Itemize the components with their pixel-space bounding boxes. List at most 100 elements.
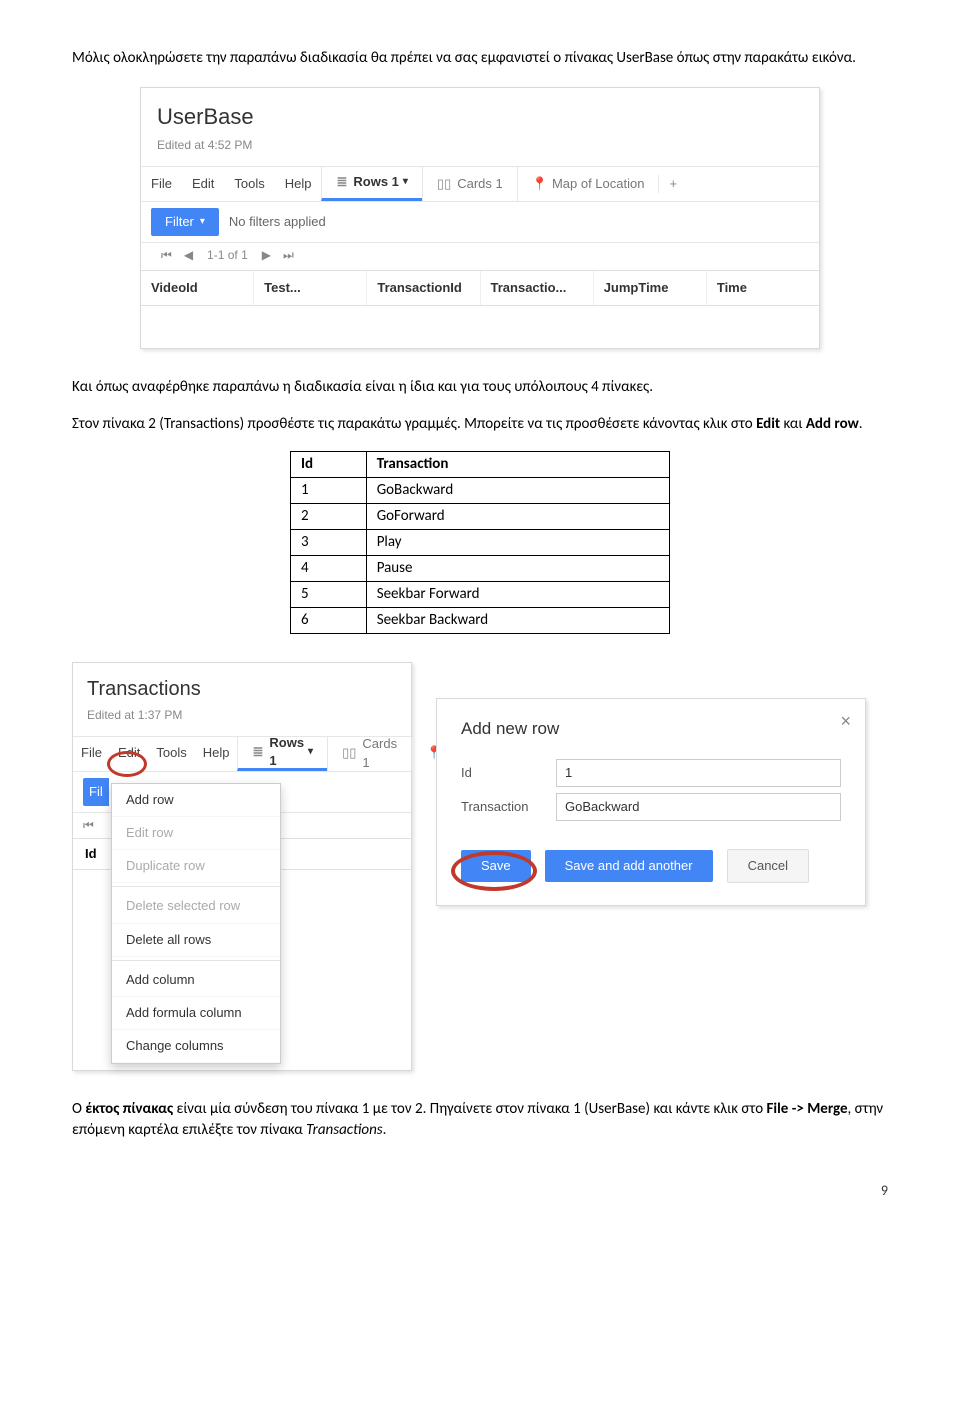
outro-b: έκτος πίνακας [85,1100,173,1118]
first-page-icon[interactable]: ⏮ [83,818,94,832]
menu-help[interactable]: Help [195,744,238,762]
save-add-another-button[interactable]: Save and add another [545,850,713,882]
filter-button-label: Filter [165,213,194,231]
screenshot-userbase: UserBase Edited at 4:52 PM File Edit Too… [140,87,820,349]
label-transaction: Transaction [461,798,556,816]
pager: ⏮ ◀ 1-1 of 1 ▶ ⏭ [141,243,819,270]
cell-tx: Seekbar Forward [366,581,669,607]
cell-id: 3 [291,529,367,555]
th-transaction: Transaction [366,451,669,477]
dropdown-change-columns[interactable]: Change columns [112,1030,280,1063]
th-id: Id [291,451,367,477]
mid-text-2a: Στον πίνακα 2 (Transactions) προσθέστε τ… [72,415,756,433]
cell-id: 4 [291,555,367,581]
mid-paragraph-1: Και όπως αναφέρθηκε παραπάνω η διαδικασί… [72,377,888,398]
outro-f: Transactions [306,1121,383,1139]
prev-page-icon[interactable]: ◀ [178,247,199,264]
col-jumptime[interactable]: JumpTime [594,271,707,305]
dialog-buttons: Save Save and add another Cancel [461,849,841,883]
table-header-row: Id Transaction [291,451,670,477]
filter-row: Filter ▾ No filters applied [141,202,819,243]
tab-map[interactable]: 📍 Map of Location [517,167,659,201]
filter-btn-partial[interactable]: Fil [83,778,109,806]
dropdown-add-column[interactable]: Add column [112,964,280,997]
col-test[interactable]: Test... [254,271,367,305]
rows-icon: ≣ [252,743,263,761]
label-id: Id [461,764,556,782]
filter-button[interactable]: Filter ▾ [151,208,219,236]
cell-id: 6 [291,607,367,633]
tab-map-label: Map of Location [552,175,645,193]
col-transaction[interactable]: Transactio... [481,271,594,305]
col-videoid[interactable]: VideoId [141,271,254,305]
input-transaction[interactable]: GoBackward [556,793,841,821]
screenshot-row: Transactions Edited at 1:37 PM File Edit… [72,662,888,1071]
intro-text-1: Μόλις ολοκληρώσετε την παραπάνω διαδικασ… [72,49,856,67]
dropdown-delete-all[interactable]: Delete all rows [112,924,280,957]
next-page-icon[interactable]: ▶ [256,247,277,264]
mid-text-2c: και [780,415,806,433]
cell-tx: GoForward [366,503,669,529]
menu-edit[interactable]: Edit [110,744,148,762]
caret-down-icon: ▾ [308,745,313,759]
app-title: UserBase [141,88,819,137]
tab-rows[interactable]: ≣ Rows 1 ▾ [321,167,421,201]
mid-text-edit: Edit [756,415,780,433]
menubar: File Edit Tools Help ≣ Rows 1 ▾ ▯▯ Cards… [73,736,411,772]
cell-tx: Pause [366,555,669,581]
mid-text-1: Και όπως αναφέρθηκε παραπάνω η διαδικασί… [72,378,653,396]
dropdown-delete-selected[interactable]: Delete selected row [112,890,280,923]
dropdown-add-formula-column[interactable]: Add formula column [112,997,280,1030]
tab-cards[interactable]: ▯▯ Cards 1 [422,167,517,201]
mid-text-addrow: Add row [806,415,859,433]
input-id[interactable]: 1 [556,759,841,787]
edited-timestamp: Edited at 4:52 PM [141,137,819,166]
cell-tx: Seekbar Backward [366,607,669,633]
dropdown-edit-row[interactable]: Edit row [112,817,280,850]
first-page-icon[interactable]: ⏮ [155,247,178,264]
form-row-id: Id 1 [461,759,841,787]
outro-g: . [383,1121,387,1139]
cell-id: 5 [291,581,367,607]
mid-text-2e: . [859,415,863,433]
caret-down-icon: ▾ [200,215,205,229]
tab-cards[interactable]: ▯▯ Cards 1 [327,737,411,771]
tab-rows[interactable]: ≣ Rows 1 ▾ [237,737,327,771]
filter-status: No filters applied [229,213,326,231]
rows-icon: ≣ [336,173,347,191]
add-tab-button[interactable]: + [658,175,687,193]
close-icon[interactable]: × [840,709,851,734]
dialog-title: Add new row [461,717,841,741]
dropdown-duplicate-row[interactable]: Duplicate row [112,850,280,883]
cards-icon: ▯▯ [342,744,356,762]
last-page-icon[interactable]: ⏭ [277,247,300,264]
pager-text: 1-1 of 1 [207,247,248,264]
page-number: 9 [72,1181,888,1201]
caret-down-icon: ▾ [403,175,408,189]
menu-file[interactable]: File [141,175,182,193]
id-transaction-table: Id Transaction 1GoBackward 2GoForward 3P… [290,451,670,634]
menu-tools[interactable]: Tools [148,744,194,762]
save-button[interactable]: Save [461,850,531,882]
menu-file[interactable]: File [73,744,110,762]
cell-id: 2 [291,503,367,529]
mid-paragraph-2: Στον πίνακα 2 (Transactions) προσθέστε τ… [72,414,888,435]
cancel-button[interactable]: Cancel [727,849,809,883]
menu-tools[interactable]: Tools [224,175,274,193]
col-transactionid[interactable]: TransactionId [367,271,480,305]
menu-edit[interactable]: Edit [182,175,224,193]
dropdown-divider [112,960,280,961]
tab-rows-label: Rows 1 [269,734,304,770]
dropdown-add-row[interactable]: Add row [112,784,280,817]
table-row: 5Seekbar Forward [291,581,670,607]
dropdown-divider [112,886,280,887]
screenshot-transactions-edit-menu: Transactions Edited at 1:37 PM File Edit… [72,662,412,1071]
table-row: 4Pause [291,555,670,581]
col-time[interactable]: Time [707,271,819,305]
edit-dropdown: Add row Edit row Duplicate row Delete se… [111,783,281,1065]
table-row: 6Seekbar Backward [291,607,670,633]
cell-tx: Play [366,529,669,555]
menu-help[interactable]: Help [275,175,322,193]
tab-rows-label: Rows 1 [353,173,399,191]
cards-icon: ▯▯ [437,175,451,193]
